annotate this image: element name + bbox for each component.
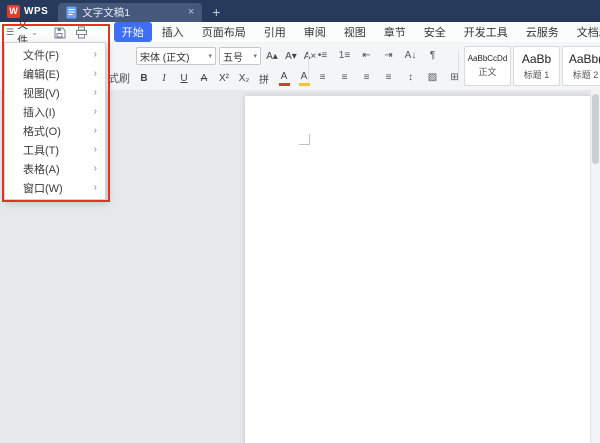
file-dropdown-menu: 文件(F) › 编辑(E) › 视图(V) › 插入(I) › 格式(O) › … <box>4 42 106 200</box>
save-icon <box>54 27 66 38</box>
font-name-select[interactable]: 宋体 (正文) ▾ <box>136 47 216 65</box>
align-left-icon[interactable]: ≡ <box>314 69 331 86</box>
document-icon <box>66 6 77 19</box>
vertical-scrollbar[interactable] <box>590 90 600 443</box>
margin-corner-mark <box>299 134 310 145</box>
print-button[interactable] <box>75 26 88 39</box>
increase-font-size-icon[interactable]: A▴ <box>264 48 280 65</box>
submenu-arrow-icon: › <box>93 106 97 117</box>
align-center-icon[interactable]: ≡ <box>336 69 353 86</box>
menu-item-window[interactable]: 窗口(W) › <box>5 178 105 197</box>
wps-home-tab[interactable]: W WPS <box>0 0 58 22</box>
submenu-arrow-icon: › <box>93 182 97 193</box>
paragraph-group: •≡ 1≡ ⇤ ⇥ A↓ ¶ ≡ ≡ ≡ ≡ ↕ ▨ ⊞ <box>314 47 463 86</box>
tab-page-layout[interactable]: 页面布局 <box>194 22 254 42</box>
wps-brand-label: WPS <box>24 5 49 17</box>
style-name: 标题 1 <box>523 69 550 80</box>
menu-item-table[interactable]: 表格(A) › <box>5 159 105 178</box>
pinyin-guide-icon[interactable]: 拼 <box>256 70 272 87</box>
menubar: ☰ 文件 ⌄ 开始 插入 页面布局 引用 审阅 视图 章节 安全 开发工具 云服… <box>0 19 600 47</box>
document-page[interactable] <box>245 96 591 443</box>
group-separator <box>308 50 309 82</box>
decrease-font-size-icon[interactable]: A▾ <box>283 48 299 65</box>
style-sample: AaBb( <box>568 51 600 66</box>
justify-icon[interactable]: ≡ <box>380 69 397 86</box>
tab-document-assistant[interactable]: 文档助手 <box>569 22 600 42</box>
submenu-arrow-icon: › <box>93 49 97 60</box>
group-separator <box>458 50 459 82</box>
style-normal[interactable]: AaBbCcDd 正文 <box>464 46 511 86</box>
tab-developer-tools[interactable]: 开发工具 <box>456 22 516 42</box>
italic-icon[interactable]: I <box>156 70 172 87</box>
font-name-value: 宋体 (正文) <box>140 52 190 64</box>
decrease-indent-icon[interactable]: ⇤ <box>358 47 375 64</box>
style-gallery: AaBbCcDd 正文 AaBb 标题 1 AaBb( 标题 2 <box>464 46 600 86</box>
menu-item-view[interactable]: 视图(V) › <box>5 83 105 102</box>
file-menu-button[interactable]: ☰ 文件 ⌄ <box>0 19 44 47</box>
shading-icon[interactable]: ▨ <box>424 69 441 86</box>
menu-item-format[interactable]: 格式(O) › <box>5 121 105 140</box>
numbered-list-icon[interactable]: 1≡ <box>336 47 353 64</box>
titlebar: W WPS 文字文稿1 × + <box>0 0 600 22</box>
chevron-down-icon: ⌄ <box>31 27 38 37</box>
font-group: 宋体 (正文) ▾ 五号 ▾ A▴ A▾ A× B I U A X² X₂ 拼 <box>136 47 318 87</box>
dropdown-arrow-icon: ▾ <box>253 53 257 60</box>
print-icon <box>75 26 87 38</box>
format-painter-label-partial[interactable]: 式刷 <box>108 70 130 86</box>
subscript-icon[interactable]: X₂ <box>236 70 252 87</box>
highlight-color-icon[interactable]: A <box>296 70 312 87</box>
wps-writer-window: W WPS 文字文稿1 × + ☰ 文件 ⌄ 开始 插入 页面布局 引用 审阅 … <box>0 0 600 443</box>
tab-review[interactable]: 审阅 <box>296 22 334 42</box>
increase-indent-icon[interactable]: ⇥ <box>380 47 397 64</box>
strikethrough-icon[interactable]: A <box>196 70 212 87</box>
font-size-select[interactable]: 五号 ▾ <box>219 47 261 65</box>
submenu-arrow-icon: › <box>93 163 97 174</box>
font-color-icon[interactable]: A <box>276 70 292 87</box>
new-tab-button[interactable]: + <box>212 5 220 19</box>
style-heading-1[interactable]: AaBb 标题 1 <box>513 46 560 86</box>
submenu-arrow-icon: › <box>93 87 97 98</box>
close-tab-icon[interactable]: × <box>188 7 194 18</box>
tab-insert[interactable]: 插入 <box>154 22 192 42</box>
menu-item-edit[interactable]: 编辑(E) › <box>5 64 105 83</box>
bold-icon[interactable]: B <box>136 70 152 87</box>
scrollbar-thumb[interactable] <box>592 94 599 164</box>
menu-item-tools[interactable]: 工具(T) › <box>5 140 105 159</box>
sort-icon[interactable]: A↓ <box>402 47 419 64</box>
submenu-arrow-icon: › <box>93 125 97 136</box>
hamburger-icon: ☰ <box>6 26 15 37</box>
tab-view[interactable]: 视图 <box>336 22 374 42</box>
save-button[interactable] <box>53 26 66 39</box>
style-sample: AaBb <box>521 51 552 66</box>
dropdown-arrow-icon: ▾ <box>208 53 212 60</box>
tab-home[interactable]: 开始 <box>113 22 152 42</box>
tab-cloud-services[interactable]: 云服务 <box>518 22 567 42</box>
submenu-arrow-icon: › <box>93 68 97 79</box>
ribbon-tabs: 开始 插入 页面布局 引用 审阅 视图 章节 安全 开发工具 云服务 文档助手 <box>113 22 600 42</box>
tab-security[interactable]: 安全 <box>416 22 454 42</box>
style-name: 正文 <box>478 67 497 77</box>
style-name: 标题 2 <box>572 69 599 80</box>
underline-icon[interactable]: U <box>176 70 192 87</box>
style-sample: AaBbCcDd <box>467 54 508 63</box>
line-spacing-icon[interactable]: ↕ <box>402 69 419 86</box>
menu-item-insert[interactable]: 插入(I) › <box>5 102 105 121</box>
document-tab-label: 文字文稿1 <box>82 7 131 19</box>
tab-references[interactable]: 引用 <box>256 22 294 42</box>
superscript-icon[interactable]: X² <box>216 70 232 87</box>
bullet-list-icon[interactable]: •≡ <box>314 47 331 64</box>
borders-icon[interactable]: ⊞ <box>446 69 463 86</box>
style-heading-2[interactable]: AaBb( 标题 2 <box>562 46 600 86</box>
menu-item-file[interactable]: 文件(F) › <box>5 45 105 64</box>
show-formatting-marks-icon[interactable]: ¶ <box>424 47 441 64</box>
font-size-value: 五号 <box>223 52 243 64</box>
align-right-icon[interactable]: ≡ <box>358 69 375 86</box>
tab-section[interactable]: 章节 <box>376 22 414 42</box>
document-tab[interactable]: 文字文稿1 × <box>58 3 203 22</box>
submenu-arrow-icon: › <box>93 144 97 155</box>
